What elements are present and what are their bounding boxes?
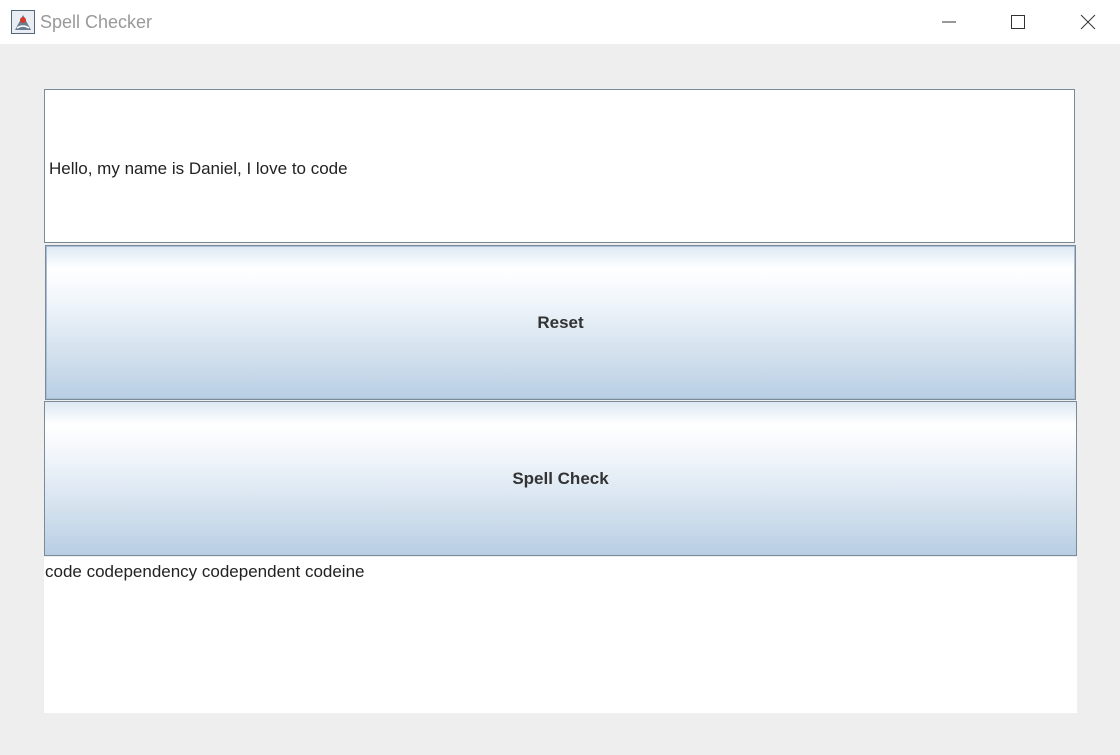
java-app-icon bbox=[11, 10, 35, 34]
text-input-field[interactable]: Hello, my name is Daniel, I love to code bbox=[44, 89, 1075, 243]
reset-button[interactable]: Reset bbox=[45, 245, 1076, 400]
close-button[interactable] bbox=[1065, 0, 1111, 44]
reset-button-label: Reset bbox=[537, 312, 584, 332]
suggestions-output: code codependency codependent codeine bbox=[44, 557, 1077, 713]
app-window: Spell Checker Hello, my name is Daniel, … bbox=[0, 0, 1120, 755]
input-value: Hello, my name is Daniel, I love to code bbox=[49, 159, 348, 178]
spell-check-button-label: Spell Check bbox=[512, 468, 609, 488]
spell-check-button[interactable]: Spell Check bbox=[44, 401, 1077, 556]
minimize-icon bbox=[942, 21, 956, 23]
window-title: Spell Checker bbox=[40, 12, 153, 32]
maximize-button[interactable] bbox=[995, 0, 1041, 44]
maximize-icon bbox=[1011, 15, 1025, 29]
title-bar[interactable]: Spell Checker bbox=[0, 0, 1120, 44]
minimize-button[interactable] bbox=[926, 0, 972, 44]
close-icon bbox=[1080, 14, 1096, 30]
suggestions-text: code codependency codependent codeine bbox=[45, 562, 365, 581]
